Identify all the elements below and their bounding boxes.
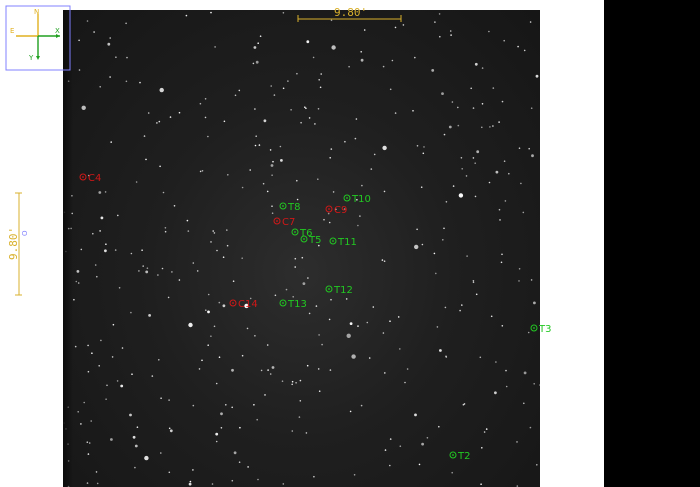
marker-c9[interactable]: C9 [325,205,347,216]
marker-center-dot [303,238,305,240]
marker-center-dot [282,302,284,304]
horizontal-scale-label: 9.80' [334,6,367,19]
image-viewer[interactable]: N E X Y 9.80' 9.80' O C4 T8 T10 C9 C7 T6 T5 T11… [0,0,700,487]
marker-t13[interactable]: T13 [279,299,307,310]
marker-label: T11 [337,237,357,248]
compass-north-label: N [34,8,39,16]
marker-center-dot [328,288,330,290]
vertical-scale-sub-label: O [21,230,29,236]
marker-label: T8 [287,202,300,213]
marker-label: C14 [238,299,258,310]
marker-label: T12 [333,285,353,296]
marker-t11[interactable]: T11 [329,237,357,248]
marker-label: T5 [308,235,321,246]
marker-label: T10 [351,194,371,205]
marker-center-dot [452,454,454,456]
compass-y-label: Y [28,54,34,62]
marker-label: C4 [88,173,101,184]
marker-label: T2 [457,451,470,462]
marker-label: T13 [287,299,307,310]
horizontal-scale-bar: 9.80' [297,6,402,22]
marker-label: C7 [282,217,295,228]
marker-center-dot [82,176,84,178]
marker-c7[interactable]: C7 [273,217,295,228]
marker-center-dot [332,240,334,242]
marker-t3[interactable]: T3 [530,324,551,335]
marker-center-dot [533,327,535,329]
marker-t10[interactable]: T10 [343,194,371,205]
marker-center-dot [232,302,234,304]
compass-x-label: X [55,27,60,35]
vertical-scale-bar: 9.80' O [7,192,29,296]
marker-t8[interactable]: T8 [279,202,300,213]
marker-center-dot [346,197,348,199]
marker-center-dot [294,231,296,233]
marker-center-dot [328,208,330,210]
compass-widget: N E X Y [5,5,71,71]
annotation-overlay: N E X Y 9.80' 9.80' O C4T8T10C9C7T6T5 T11… [5,5,551,462]
marker-center-dot [276,220,278,222]
marker-label: T3 [538,324,551,335]
compass-y-arrowhead [36,56,40,60]
marker-label: C9 [334,205,347,216]
marker-t2[interactable]: T2 [449,451,470,462]
marker-center-dot [282,205,284,207]
marker-c4[interactable]: C4 [79,173,101,184]
marker-t12[interactable]: T12 [325,285,353,296]
marker-c14[interactable]: C14 [229,299,258,310]
vertical-scale-label: 9.80' [7,227,20,260]
aperture-markers: C4T8T10C9C7T6T5 T11T12C14 T13T3T2 [79,173,551,462]
compass-east-label: E [10,27,14,35]
